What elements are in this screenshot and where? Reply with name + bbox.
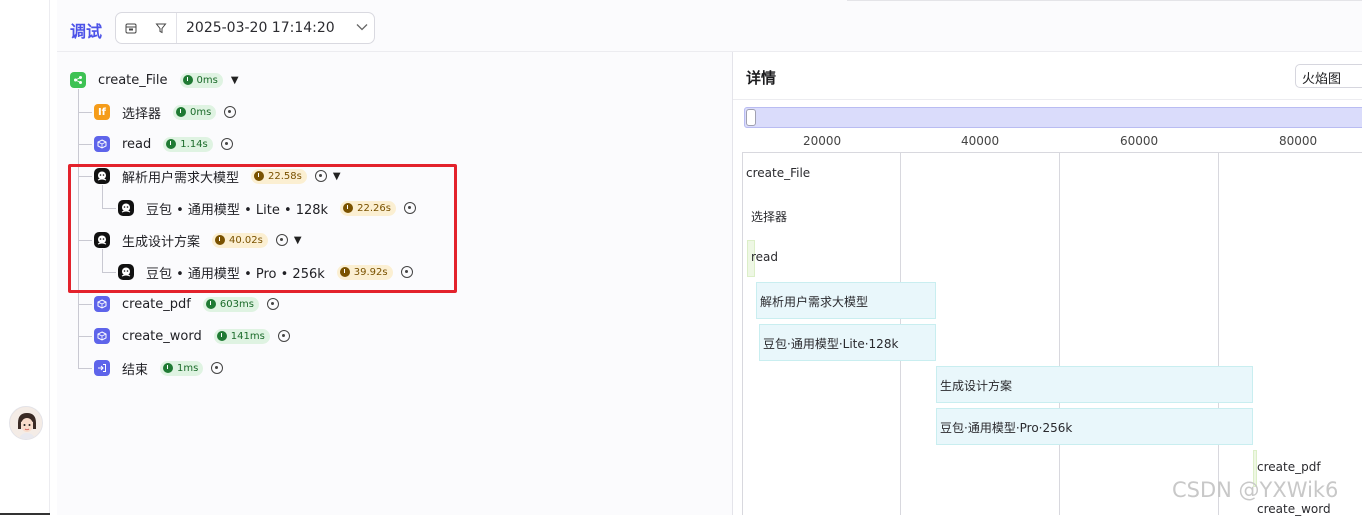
flame-item[interactable]: create_word <box>1257 502 1331 516</box>
trace-node[interactable]: create_word 141ms <box>94 326 296 346</box>
clock-icon <box>205 299 216 309</box>
selector-divider <box>176 13 177 43</box>
node-label: 选择器 <box>122 106 162 122</box>
tree-connector <box>78 336 92 337</box>
clock-icon <box>163 363 174 373</box>
clock-icon <box>182 75 193 85</box>
node-label: 结束 <box>122 362 149 378</box>
clock-icon <box>166 139 177 149</box>
duration-badge: 1ms <box>160 360 204 376</box>
tree-connector <box>78 144 92 145</box>
locate-icon[interactable] <box>224 106 237 118</box>
end-node-icon <box>94 360 110 376</box>
flame-bar[interactable]: 解析用户需求大模型 <box>756 282 936 319</box>
tree-connector <box>78 112 92 113</box>
node-label: read <box>122 136 152 152</box>
duration-value: 603ms <box>219 298 254 310</box>
detail-header: 详情 火焰图 <box>733 52 1362 100</box>
locate-icon[interactable] <box>266 298 279 310</box>
trace-node[interactable]: 结束 1ms <box>94 358 229 378</box>
detail-panel: 详情 火焰图 20000 40000 60000 80000 create_Fi… <box>732 52 1362 516</box>
locate-icon[interactable] <box>220 138 233 150</box>
run-selector[interactable]: 2025-03-20 17:14:20 <box>115 12 375 44</box>
watermark: CSDN @YXWik6 <box>1172 478 1339 502</box>
duration-badge: 141ms <box>213 328 270 344</box>
trace-node[interactable]: read 1.14s <box>94 134 239 154</box>
detail-title: 详情 <box>746 69 777 87</box>
axis-tick: 60000 <box>1120 134 1159 148</box>
flame-item[interactable]: read <box>751 250 778 264</box>
flame-item[interactable]: 选择器 <box>751 208 787 225</box>
axis-tick: 20000 <box>803 134 842 148</box>
main-panel: 调试 2025-03-20 17:14:20 create_File 0ms ▼… <box>57 0 1362 516</box>
grid-line <box>1218 152 1219 515</box>
trace-tree: create_File 0ms ▼ If 选择器 0ms read 1.14s … <box>57 52 732 515</box>
grid-line <box>1059 152 1060 515</box>
filter-icon[interactable] <box>146 13 176 43</box>
timeline-range-slider[interactable] <box>744 107 1362 128</box>
locate-icon[interactable] <box>211 362 224 374</box>
view-mode-select[interactable]: 火焰图 <box>1295 64 1362 88</box>
debug-toolbar: 调试 2025-03-20 17:14:20 <box>57 0 1362 52</box>
annotation-highlight-box <box>68 164 457 293</box>
duration-badge: 0ms <box>173 104 217 120</box>
node-label: create_File <box>98 72 168 88</box>
duration-value: 0ms <box>196 74 218 86</box>
left-rail <box>0 0 50 515</box>
node-label: create_word <box>122 328 202 344</box>
calendar-icon[interactable] <box>116 13 146 43</box>
duration-value: 141ms <box>230 330 265 342</box>
locate-icon[interactable] <box>277 330 290 342</box>
trace-node[interactable]: create_pdf 603ms <box>94 294 285 314</box>
page-title: 调试 <box>70 22 103 41</box>
duration-value: 1.14s <box>180 138 208 150</box>
axis-tick: 80000 <box>1279 134 1318 148</box>
workflow-start-icon <box>70 72 86 88</box>
range-handle[interactable] <box>746 109 756 126</box>
duration-badge: 0ms <box>179 72 223 88</box>
clock-icon <box>216 331 227 341</box>
duration-value: 0ms <box>190 106 212 118</box>
avatar[interactable] <box>9 406 43 440</box>
if-condition-icon: If <box>94 104 110 120</box>
code-node-icon <box>94 296 110 312</box>
clock-icon <box>176 107 187 117</box>
code-node-icon <box>94 136 110 152</box>
flame-item[interactable]: create_File <box>746 166 810 180</box>
axis-tick: 40000 <box>961 134 1000 148</box>
trace-node[interactable]: create_File 0ms ▼ <box>70 70 239 90</box>
tree-connector <box>78 368 92 369</box>
duration-badge: 1.14s <box>163 136 213 152</box>
code-node-icon <box>94 328 110 344</box>
run-datetime[interactable]: 2025-03-20 17:14:20 <box>186 20 350 36</box>
trace-node[interactable]: If 选择器 0ms <box>94 102 242 122</box>
tree-connector <box>78 304 92 305</box>
duration-value: 1ms <box>177 362 199 374</box>
tab-edge <box>847 0 1037 3</box>
flame-bar[interactable]: 豆包·通用模型·Lite·128k <box>759 324 936 361</box>
tab-edge <box>1037 0 1362 3</box>
flame-bar[interactable]: 豆包·通用模型·Pro·256k <box>936 408 1253 445</box>
collapse-caret-icon[interactable]: ▼ <box>231 75 239 86</box>
node-label: create_pdf <box>122 296 191 312</box>
flame-bar[interactable]: 生成设计方案 <box>936 366 1253 403</box>
flame-item[interactable]: create_pdf <box>1257 460 1321 474</box>
chevron-down-icon[interactable] <box>350 23 374 34</box>
duration-badge: 603ms <box>202 296 259 312</box>
